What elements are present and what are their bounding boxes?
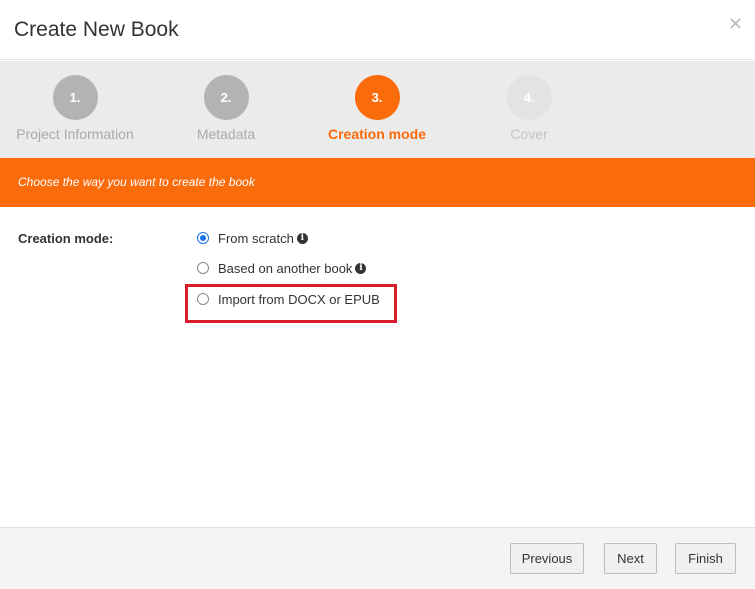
step-label: Creation mode <box>327 126 426 142</box>
dialog-header: Create New Book × <box>0 0 755 60</box>
wizard-steps: 1. Project Information 2. Metadata 3. Cr… <box>0 61 755 158</box>
option-label: From scratch <box>218 230 294 246</box>
step-project-information[interactable]: 1. Project Information <box>0 61 150 158</box>
info-icon[interactable]: i <box>296 232 308 244</box>
step-creation-mode[interactable]: 3. Creation mode <box>302 61 452 158</box>
step-label: Cover <box>510 126 548 142</box>
next-button[interactable]: Next <box>604 543 657 574</box>
dialog-footer: Previous Next Finish <box>0 527 755 589</box>
step-number: 4. <box>506 75 552 120</box>
step-number: 1. <box>52 75 98 120</box>
dialog-title: Create New Book <box>14 18 179 41</box>
highlight-annotation <box>185 284 397 323</box>
option-from-scratch[interactable]: From scratch i <box>197 229 308 247</box>
step-number: 3. <box>354 75 400 120</box>
option-label: Based on another book <box>218 260 353 276</box>
info-icon[interactable]: i <box>355 262 367 274</box>
step-label: Project Information <box>16 126 134 142</box>
instruction-banner: Choose the way you want to create the bo… <box>0 158 755 207</box>
step-number: 2. <box>203 75 249 120</box>
option-based-on-another-book[interactable]: Based on another book i <box>197 259 367 277</box>
step-label: Metadata <box>196 126 256 142</box>
creation-mode-label: Creation mode: <box>18 231 114 246</box>
close-icon[interactable]: × <box>728 14 743 34</box>
radio-from-scratch[interactable] <box>197 232 209 244</box>
banner-text: Choose the way you want to create the bo… <box>18 175 255 189</box>
step-metadata[interactable]: 2. Metadata <box>151 61 301 158</box>
previous-button[interactable]: Previous <box>510 543 584 574</box>
create-book-dialog: Create New Book × 1. Project Information… <box>0 0 755 589</box>
finish-button[interactable]: Finish <box>675 543 736 574</box>
radio-based-on-another-book[interactable] <box>197 262 209 274</box>
step-cover[interactable]: 4. Cover <box>454 61 604 158</box>
